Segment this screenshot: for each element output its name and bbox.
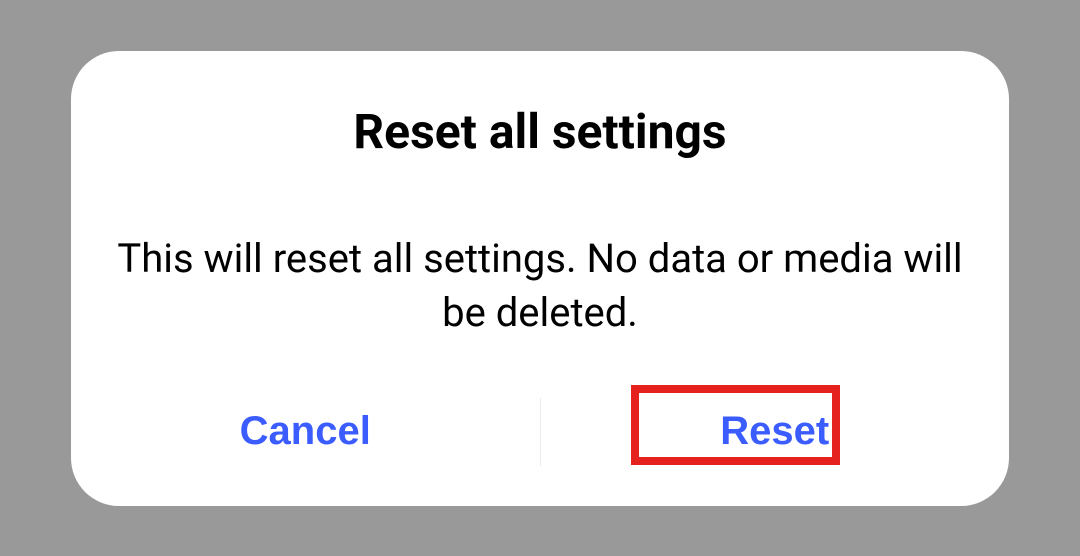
cancel-slot: Cancel [71,376,540,488]
dialog-body-text: This will reset all settings. No data or… [71,232,1009,340]
dialog-title: Reset all settings [71,103,1009,160]
dialog-actions: Cancel Reset [71,376,1009,488]
confirm-slot: Reset [541,376,1010,488]
cancel-button[interactable]: Cancel [216,397,395,466]
reset-button[interactable]: Reset [696,397,853,466]
reset-settings-dialog: Reset all settings This will reset all s… [71,51,1009,506]
